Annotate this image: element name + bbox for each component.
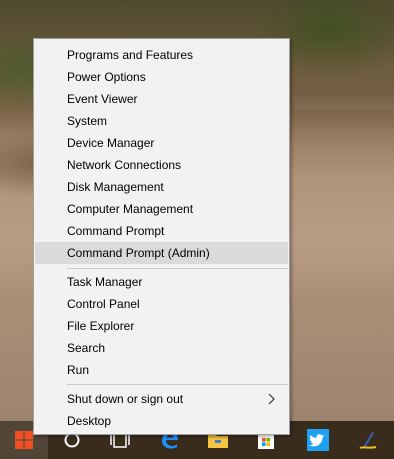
menu-item-disk-management[interactable]: Disk Management [35,176,288,198]
menu-item-shut-down-or-sign-out[interactable]: Shut down or sign out [35,388,288,410]
windows-start-icon [15,431,33,449]
chevron-right-icon [268,393,275,405]
menu-item-label: Power Options [67,70,146,84]
menu-item-label: Disk Management [67,180,164,194]
menu-item-file-explorer[interactable]: File Explorer [35,315,288,337]
menu-item-label: Command Prompt (Admin) [67,246,210,260]
menu-item-programs-and-features[interactable]: Programs and Features [35,44,288,66]
menu-item-network-connections[interactable]: Network Connections [35,154,288,176]
menu-item-event-viewer[interactable]: Event Viewer [35,88,288,110]
menu-item-label: System [67,114,108,128]
menu-item-search[interactable]: Search [35,337,288,359]
menu-item-power-options[interactable]: Power Options [35,66,288,88]
menu-item-computer-management[interactable]: Computer Management [35,198,288,220]
menu-item-label: Event Viewer [67,92,138,106]
menu-item-label: Control Panel [67,297,140,311]
winx-context-menu: Programs and Features Power Options Even… [33,38,290,435]
twitter-taskbar-button[interactable] [294,421,342,459]
menu-separator [67,384,288,385]
menu-item-system[interactable]: System [35,110,288,132]
menu-item-label: File Explorer [67,319,135,333]
menu-item-label: Device Manager [67,136,155,150]
menu-item-command-prompt-admin[interactable]: Command Prompt (Admin) [35,242,288,264]
pen-app-taskbar-button[interactable] [344,421,392,459]
menu-item-label: Computer Management [67,202,194,216]
pen-app-icon [359,432,377,449]
menu-item-label: Search [67,341,106,355]
menu-item-label: Command Prompt [67,224,165,238]
menu-item-label: Task Manager [67,275,143,289]
menu-item-control-panel[interactable]: Control Panel [35,293,288,315]
menu-item-device-manager[interactable]: Device Manager [35,132,288,154]
twitter-icon [307,429,329,451]
menu-item-desktop[interactable]: Desktop [35,410,288,432]
menu-item-command-prompt[interactable]: Command Prompt [35,220,288,242]
menu-item-label: Shut down or sign out [67,392,184,406]
menu-item-label: Desktop [67,414,112,428]
menu-item-label: Run [67,363,90,377]
menu-item-task-manager[interactable]: Task Manager [35,271,288,293]
menu-item-label: Programs and Features [67,48,194,62]
wallpaper-detail [294,90,394,110]
menu-item-label: Network Connections [67,158,182,172]
menu-separator [67,268,288,269]
menu-item-run[interactable]: Run [35,359,288,381]
